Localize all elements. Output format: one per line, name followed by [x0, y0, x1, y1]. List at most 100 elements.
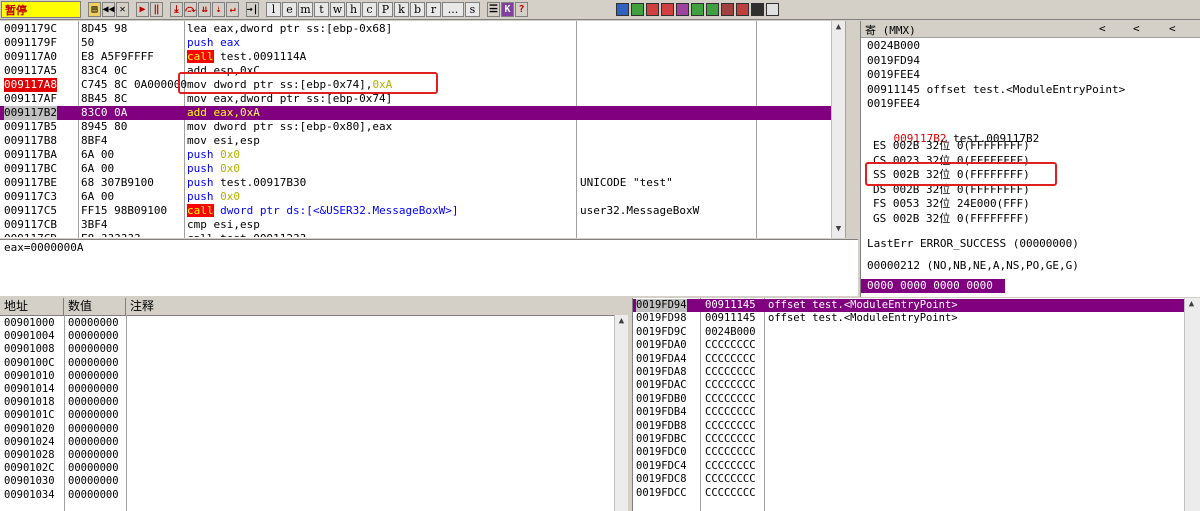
disassembly-pane[interactable]: 0091179C 8D45 98 lea eax,dword ptr ss:[ebp… [0, 21, 846, 238]
disasm-row[interactable]: 0091179F 50 push eax [0, 36, 845, 50]
run-icon[interactable]: ▶ [136, 2, 149, 17]
window-button[interactable]: P [378, 2, 393, 17]
trace-into-icon[interactable]: ⇊ [198, 2, 211, 17]
segment-register-line[interactable]: DS 002B 32位 0(FFFFFFFF) [873, 183, 1030, 197]
step-over-icon[interactable]: ⤼ [184, 2, 197, 17]
step-into-icon[interactable]: ⤓ [170, 2, 183, 17]
disasm-row[interactable]: 009117CB 3BF4 cmp esi,esp [0, 218, 845, 232]
disasm-row[interactable]: 009117B2 83C0 0A add eax,0xA [0, 106, 845, 120]
registers-scrollbar[interactable]: ▲ ▼ [860, 38, 861, 238]
register-line[interactable]: 0019FEE4 [867, 68, 920, 82]
plugin-icon[interactable] [721, 3, 734, 16]
register-line[interactable]: 0019FD94 [867, 54, 920, 68]
eip-line[interactable]: 009117B2 test.009117B2 [867, 118, 1040, 145]
register-line[interactable]: 0019FEE4 [867, 97, 920, 111]
stack-row[interactable]: 0019FDC0 CCCCCCCC [633, 446, 1185, 459]
window-button[interactable]: l [266, 2, 281, 17]
plugin-icon[interactable] [646, 3, 659, 16]
disasm-row[interactable]: 009117A8 C745 8C 0A000000 mov dword ptr ss… [0, 78, 845, 92]
segment-register-line[interactable]: SS 002B 32位 0(FFFFFFFF) [873, 168, 1030, 182]
stack-row[interactable]: 0019FDC8 CCCCCCCC [633, 473, 1185, 486]
goto-icon[interactable]: →| [246, 2, 259, 17]
eflags-line[interactable]: 00000212 (NO,NB,NE,A,NS,PO,GE,G) [867, 259, 1079, 273]
segment-register-line[interactable]: CS 0023 32位 0(FFFFFFFF) [873, 154, 1030, 168]
disasm-row[interactable]: 0091179C 8D45 98 lea eax,dword ptr ss:[ebp… [0, 22, 845, 36]
window-button[interactable]: w [330, 2, 345, 17]
list-icon[interactable]: ☰ [487, 2, 500, 17]
window-button[interactable]: c [362, 2, 377, 17]
disasm-row[interactable]: 009117C5 FF15 98B09100 call dword ptr ds:[… [0, 204, 845, 218]
window-button[interactable]: m [298, 2, 313, 17]
fpu-line[interactable]: 0000 0000 0000 0000 [861, 279, 1005, 293]
stack-row[interactable]: 0019FDA8 CCCCCCCC [633, 366, 1185, 379]
stack-row[interactable]: 0019FDA4 CCCCCCCC [633, 353, 1185, 366]
window-button[interactable]: s [465, 2, 480, 17]
restart-icon[interactable]: ◀◀ [102, 2, 115, 17]
scroll-down-icon[interactable]: ▼ [860, 224, 861, 234]
stack-row[interactable]: 0019FDAC CCCCCCCC [633, 379, 1185, 392]
plugin-icon[interactable] [631, 3, 644, 16]
scroll-up-icon[interactable]: ▲ [832, 22, 845, 32]
disasm-row[interactable]: 009117BE 68 307B9100 push test.00917B30 UNI… [0, 176, 845, 190]
segment-register-line[interactable]: ES 002B 32位 0(FFFFFFFF) [873, 139, 1030, 153]
window-icon[interactable]: K [501, 2, 514, 17]
window-button[interactable]: k [394, 2, 409, 17]
plugin-icon[interactable] [766, 3, 779, 16]
segment-register-line[interactable]: GS 002B 32位 0(FFFFFFFF) [873, 212, 1030, 226]
stack-row[interactable]: 0019FDCC CCCCCCCC [633, 487, 1185, 500]
lasterr-line[interactable]: LastErr ERROR_SUCCESS (00000000) [867, 237, 1079, 251]
disasm-row[interactable]: 009117CD E8 ?????? call test.009112?? [0, 232, 845, 237]
dump-scrollbar[interactable]: ▲ [614, 315, 628, 511]
column-value[interactable]: 数值 [64, 298, 126, 315]
window-button[interactable]: e [282, 2, 297, 17]
dump-pane[interactable]: 地址 数值 注释 00901000 00000000 00901004 0000000… [0, 298, 628, 511]
scroll-down-icon[interactable]: ▼ [832, 224, 845, 234]
plugin-icon[interactable] [751, 3, 764, 16]
register-line[interactable]: 00911145 offset test.<ModuleEntryPoint> [867, 83, 1125, 97]
plugin-icon[interactable] [616, 3, 629, 16]
stack-row[interactable]: 0019FD98 00911145 offset test.<ModuleEntry… [633, 312, 1185, 325]
plugin-icon[interactable] [661, 3, 674, 16]
scroll-up-icon[interactable]: ▲ [860, 40, 861, 50]
close-icon[interactable]: ✕ [116, 2, 129, 17]
column-comment[interactable]: 注释 [126, 298, 628, 315]
scroll-up-icon[interactable]: ▲ [615, 316, 628, 326]
plugin-icon[interactable] [691, 3, 704, 16]
disasm-row[interactable]: 009117C3 6A 00 push 0x0 [0, 190, 845, 204]
stack-row[interactable]: 0019FD9C 0024B000 [633, 326, 1185, 339]
stack-row[interactable]: 0019FDB8 CCCCCCCC [633, 420, 1185, 433]
window-button[interactable]: b [410, 2, 425, 17]
disasm-row[interactable]: 009117B5 8945 80 mov dword ptr ss:[ebp-0x8… [0, 120, 845, 134]
registers-pane[interactable]: 寄 (MMX) < < < 0024B000 0019FD94 0019FEE4 00… [860, 21, 1200, 297]
window-button[interactable]: ... [442, 2, 464, 17]
stack-row[interactable]: 0019FDB0 CCCCCCCC [633, 393, 1185, 406]
disasm-row[interactable]: 009117BA 6A 00 push 0x0 [0, 148, 845, 162]
window-button[interactable]: h [346, 2, 361, 17]
nav-left-icon-3[interactable]: < [1169, 22, 1176, 35]
window-button[interactable]: t [314, 2, 329, 17]
disasm-row[interactable]: 009117A0 E8 A5F9FFFF call test.0091114A [0, 50, 845, 64]
register-line[interactable]: 0024B000 [867, 39, 920, 53]
plugin-icon[interactable] [676, 3, 689, 16]
scroll-up-icon[interactable]: ▲ [1185, 299, 1198, 309]
plugin-icon[interactable] [736, 3, 749, 16]
plugin-icon[interactable] [706, 3, 719, 16]
stack-row[interactable]: 0019FDB4 CCCCCCCC [633, 406, 1185, 419]
disassembly-scrollbar[interactable]: ▲ ▼ [831, 21, 845, 238]
disasm-row[interactable]: 009117A5 83C4 0C add esp,0xC [0, 64, 845, 78]
nav-left-icon-1[interactable]: < [1099, 22, 1106, 35]
stack-row[interactable]: 0019FDA0 CCCCCCCC [633, 339, 1185, 352]
segment-register-line[interactable]: FS 0053 32位 24E000(FFF) [873, 197, 1030, 211]
execute-till-return-icon[interactable]: ↵ [226, 2, 239, 17]
trace-over-icon[interactable]: ⇣ [212, 2, 225, 17]
open-icon[interactable]: ▤ [88, 2, 101, 17]
help-icon[interactable]: ? [515, 2, 528, 17]
disasm-row[interactable]: 009117BC 6A 00 push 0x0 [0, 162, 845, 176]
disasm-row[interactable]: 009117AF 8B45 8C mov eax,dword ptr ss:[ebp… [0, 92, 845, 106]
column-address[interactable]: 地址 [0, 298, 64, 315]
stack-row[interactable]: 0019FD94 00911145 offset test.<ModuleEntry… [633, 299, 1185, 312]
stack-scrollbar[interactable]: ▲ [1184, 298, 1200, 511]
window-button[interactable]: r [426, 2, 441, 17]
stack-row[interactable]: 0019FDC4 CCCCCCCC [633, 460, 1185, 473]
disasm-row[interactable]: 009117B8 8BF4 mov esi,esp [0, 134, 845, 148]
